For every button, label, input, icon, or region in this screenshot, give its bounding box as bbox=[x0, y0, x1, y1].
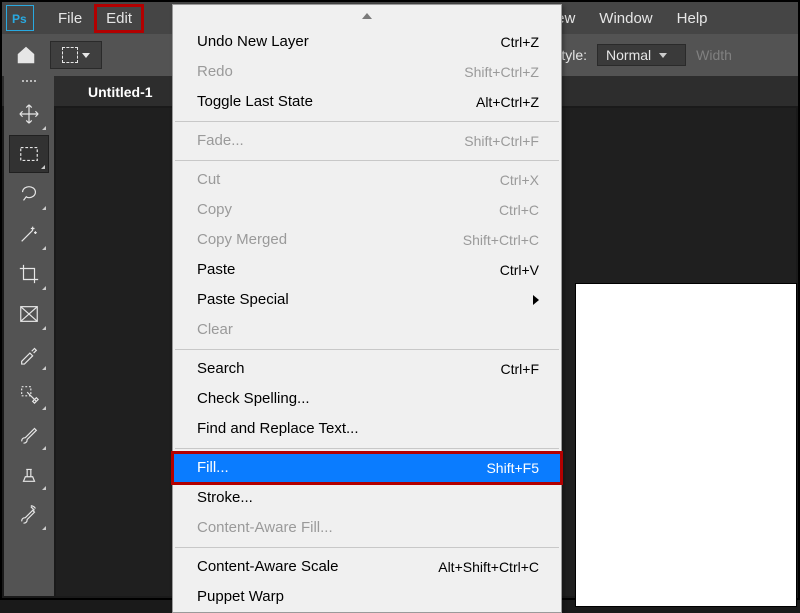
menu-item-label: Search bbox=[197, 358, 245, 380]
menu-item-shortcut: Ctrl+V bbox=[500, 259, 539, 281]
menu-item-label: Puppet Warp bbox=[197, 586, 284, 608]
menu-item-label: Check Spelling... bbox=[197, 388, 310, 410]
menu-item-label: Paste Special bbox=[197, 289, 289, 311]
menu-item[interactable]: Find and Replace Text... bbox=[173, 414, 561, 444]
menu-item: Redo Shift+Ctrl+Z bbox=[173, 57, 561, 87]
menu-item: Copy Merged Shift+Ctrl+C bbox=[173, 225, 561, 255]
menu-item-label: Content-Aware Scale bbox=[197, 556, 338, 578]
width-label: Width bbox=[696, 47, 732, 63]
brush-tool[interactable] bbox=[9, 415, 49, 453]
menu-item: Content-Aware Fill... bbox=[173, 513, 561, 543]
style-select-value: Normal bbox=[606, 47, 651, 63]
magic-wand-tool[interactable] bbox=[9, 215, 49, 253]
menu-item-label: Toggle Last State bbox=[197, 91, 313, 113]
menu-item-label: Fade... bbox=[197, 130, 244, 152]
menu-item[interactable]: Check Spelling... bbox=[173, 384, 561, 414]
menu-item[interactable]: Content-Aware Scale Alt+Shift+Ctrl+C bbox=[173, 552, 561, 582]
menu-item-label: Fill... bbox=[197, 457, 229, 479]
menu-file[interactable]: File bbox=[46, 4, 94, 33]
chevron-down-icon bbox=[82, 53, 90, 58]
menu-separator bbox=[175, 160, 559, 161]
clone-stamp-tool[interactable] bbox=[9, 455, 49, 493]
submenu-arrow-icon bbox=[533, 295, 539, 305]
menu-separator bbox=[175, 121, 559, 122]
style-select[interactable]: Normal bbox=[597, 44, 686, 66]
menu-item[interactable]: Stroke... bbox=[173, 483, 561, 513]
menu-separator bbox=[175, 349, 559, 350]
spot-healing-brush-tool[interactable] bbox=[9, 375, 49, 413]
rectangular-marquee-tool[interactable] bbox=[9, 135, 49, 173]
menu-item-shortcut: Ctrl+X bbox=[500, 169, 539, 191]
svg-text:Ps: Ps bbox=[12, 12, 27, 26]
tools-panel bbox=[4, 76, 54, 596]
menu-item-label: Find and Replace Text... bbox=[197, 418, 358, 440]
menu-item-label: Undo New Layer bbox=[197, 31, 309, 53]
move-tool[interactable] bbox=[9, 95, 49, 133]
menu-item[interactable]: Toggle Last State Alt+Ctrl+Z bbox=[173, 87, 561, 117]
menu-item: Fade... Shift+Ctrl+F bbox=[173, 126, 561, 156]
menu-item-shortcut: Alt+Ctrl+Z bbox=[476, 91, 539, 113]
document-canvas[interactable] bbox=[576, 284, 796, 606]
menu-item-shortcut: Shift+F5 bbox=[486, 457, 539, 479]
menu-item-shortcut: Ctrl+C bbox=[499, 199, 539, 221]
history-brush-tool[interactable] bbox=[9, 495, 49, 533]
frame-tool[interactable] bbox=[9, 295, 49, 333]
eyedropper-tool[interactable] bbox=[9, 335, 49, 373]
menu-edit[interactable]: Edit bbox=[94, 4, 144, 33]
menu-item-shortcut: Shift+Ctrl+Z bbox=[464, 61, 539, 83]
tool-preset-picker[interactable] bbox=[50, 41, 102, 69]
menu-help[interactable]: Help bbox=[665, 4, 720, 33]
menu-item[interactable]: Fill... Shift+F5 bbox=[173, 453, 561, 483]
rectangular-marquee-icon bbox=[62, 47, 78, 63]
menu-item-label: Stroke... bbox=[197, 487, 253, 509]
menu-item-shortcut: Ctrl+F bbox=[501, 358, 540, 380]
menu-item-label: Copy Merged bbox=[197, 229, 287, 251]
menu-item-shortcut: Shift+Ctrl+F bbox=[464, 130, 539, 152]
document-tab[interactable]: Untitled-1 bbox=[76, 78, 165, 106]
chevron-down-icon bbox=[659, 53, 667, 58]
photoshop-logo-icon[interactable]: Ps bbox=[6, 5, 34, 31]
menu-item-label: Redo bbox=[197, 61, 233, 83]
menu-separator bbox=[175, 448, 559, 449]
menu-item-shortcut: Alt+Shift+Ctrl+C bbox=[438, 556, 539, 578]
menu-item-label: Clear bbox=[197, 319, 233, 341]
menu-item-label: Content-Aware Fill... bbox=[197, 517, 333, 539]
menu-item-shortcut: Ctrl+Z bbox=[501, 31, 540, 53]
menu-item-label: Paste bbox=[197, 259, 235, 281]
panel-grip-icon[interactable] bbox=[14, 80, 44, 88]
menu-separator bbox=[175, 547, 559, 548]
menu-item-shortcut: Shift+Ctrl+C bbox=[463, 229, 539, 251]
menu-item[interactable]: Paste Ctrl+V bbox=[173, 255, 561, 285]
crop-tool[interactable] bbox=[9, 255, 49, 293]
menu-item: Copy Ctrl+C bbox=[173, 195, 561, 225]
menu-item[interactable]: Search Ctrl+F bbox=[173, 354, 561, 384]
lasso-tool[interactable] bbox=[9, 175, 49, 213]
menu-item: Cut Ctrl+X bbox=[173, 165, 561, 195]
edit-menu-dropdown: Undo New Layer Ctrl+Z Redo Shift+Ctrl+Z Togg… bbox=[172, 4, 562, 613]
menu-scroll-up[interactable] bbox=[173, 5, 561, 27]
menu-item-label: Cut bbox=[197, 169, 220, 191]
menu-item-label: Copy bbox=[197, 199, 232, 221]
home-icon[interactable] bbox=[12, 41, 40, 69]
triangle-up-icon bbox=[362, 13, 372, 19]
menu-item[interactable]: Paste Special bbox=[173, 285, 561, 315]
menu-item[interactable]: Puppet Warp bbox=[173, 582, 561, 612]
menu-item[interactable]: Undo New Layer Ctrl+Z bbox=[173, 27, 561, 57]
menu-window[interactable]: Window bbox=[587, 4, 664, 33]
app-frame: Ps File Edit View Window Help Style: Nor… bbox=[0, 0, 800, 600]
menu-item: Clear bbox=[173, 315, 561, 345]
